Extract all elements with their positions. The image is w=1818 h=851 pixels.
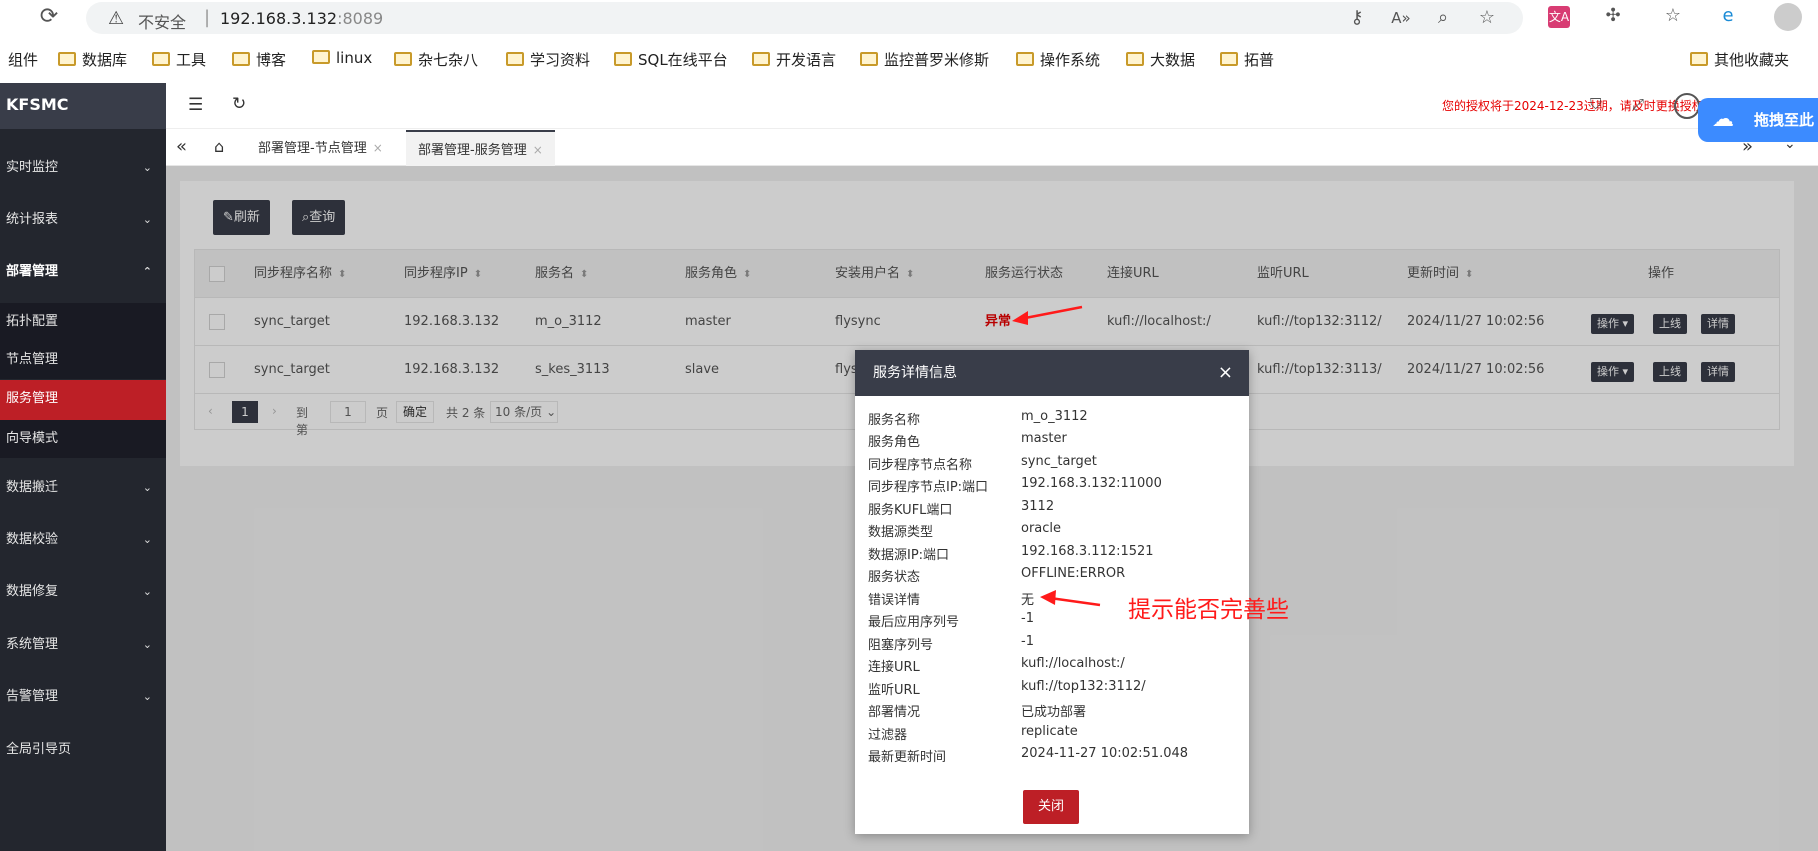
arrow-to-status (1012, 305, 1083, 325)
annotation-arrows (1012, 305, 1101, 607)
arrow-to-error-detail (1040, 590, 1101, 607)
annotation-note: 提示能否完善些 (1128, 597, 1289, 623)
